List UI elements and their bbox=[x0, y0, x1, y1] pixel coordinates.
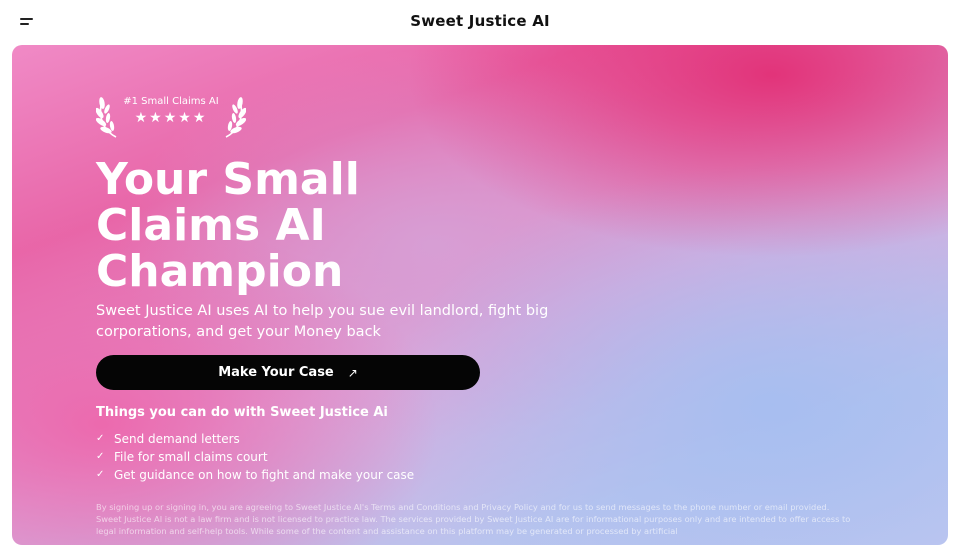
check-icon: ✓ bbox=[96, 433, 105, 444]
app-title: Sweet Justice AI bbox=[410, 12, 550, 30]
arrow-up-right-icon: ↗ bbox=[347, 365, 358, 380]
list-item: ✓ Get guidance on how to fight and make … bbox=[96, 466, 414, 484]
feature-text: File for small claims court bbox=[114, 450, 268, 464]
features-list: ✓ Send demand letters ✓ File for small c… bbox=[96, 430, 414, 484]
cta-label: Make Your Case bbox=[218, 365, 334, 380]
headline-line: Your Small bbox=[96, 154, 360, 205]
star-rating: ★★★★★ bbox=[134, 110, 208, 126]
hero-subtitle: Sweet Justice AI uses AI to help you sue… bbox=[96, 303, 549, 340]
feature-text: Send demand letters bbox=[114, 432, 240, 446]
check-icon: ✓ bbox=[96, 451, 105, 462]
award-label: #1 Small Claims AI bbox=[123, 96, 219, 107]
headline-line: Claims AI bbox=[96, 200, 326, 251]
laurel-left-icon bbox=[96, 97, 117, 138]
feature-text: Get guidance on how to fight and make yo… bbox=[114, 468, 415, 482]
legal-disclaimer: By signing up or signing in, you are agr… bbox=[96, 502, 851, 537]
list-item: ✓ File for small claims court bbox=[96, 448, 414, 466]
check-icon: ✓ bbox=[96, 469, 105, 480]
list-item: ✓ Send demand letters bbox=[96, 430, 414, 448]
hero-section: #1 Small Claims AI ★★★★★ Your Small Clai… bbox=[12, 45, 948, 545]
laurel-right-icon bbox=[225, 97, 246, 138]
top-bar: Sweet Justice AI bbox=[0, 0, 960, 45]
features-title: Things you can do with Sweet Justice Ai bbox=[96, 405, 388, 420]
hero-headline: Your Small Claims AI Champion bbox=[96, 157, 476, 295]
headline-line: Champion bbox=[96, 246, 344, 297]
make-your-case-button[interactable]: Make Your Case ↗ bbox=[96, 355, 480, 390]
award-badge: #1 Small Claims AI ★★★★★ bbox=[96, 91, 246, 139]
